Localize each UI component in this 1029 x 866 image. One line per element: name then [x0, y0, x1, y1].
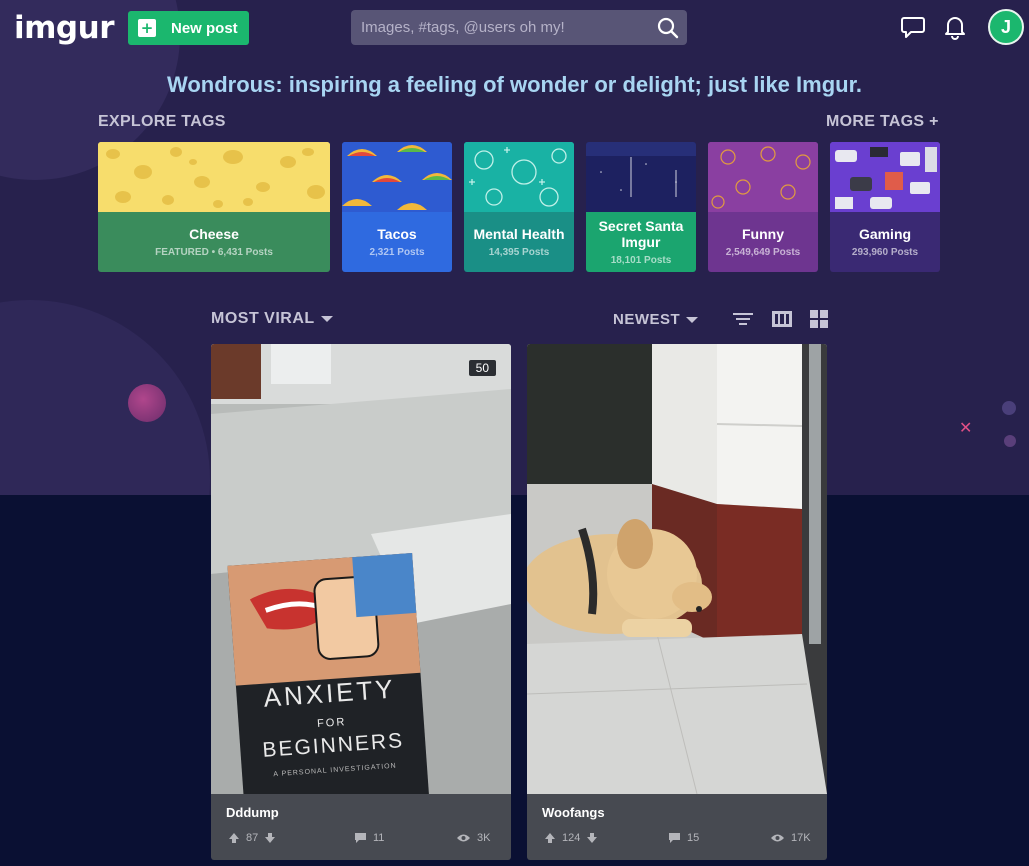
caret-down-icon — [320, 315, 333, 322]
tag-name: Tacos — [377, 225, 417, 242]
tag-card-mental-health[interactable]: Mental Health 14,395 Posts — [464, 142, 574, 272]
imgur-logo[interactable]: imgur — [14, 10, 114, 46]
views-group: 3K — [456, 832, 490, 844]
comment-icon — [355, 833, 366, 843]
tag-card-gaming[interactable]: Gaming 293,960 Posts — [830, 142, 940, 272]
post-stats: 124 15 17K — [527, 830, 827, 850]
post-title: Dddump — [226, 805, 279, 820]
post-stats: 87 11 3K — [211, 830, 511, 850]
post-card[interactable]: Woofangs 124 15 17K — [527, 344, 827, 860]
user-avatar[interactable]: J — [988, 9, 1024, 45]
vote-group: 87 — [228, 832, 276, 844]
tag-name: Cheese — [189, 225, 239, 242]
chat-icon[interactable] — [900, 14, 926, 40]
waterfall-view-icon[interactable] — [771, 309, 793, 329]
tag-name: Secret Santa Imgur — [598, 217, 684, 250]
secret-santa-image — [586, 142, 696, 212]
tag-count: FEATURED • 6,431 Posts — [155, 246, 273, 258]
comment-count: 15 — [687, 832, 700, 844]
new-post-button[interactable]: + New post — [128, 11, 249, 45]
decorative-dot — [128, 384, 166, 422]
tag-info: Cheese FEATURED • 6,431 Posts — [98, 212, 330, 272]
page-tagline: Wondrous: inspiring a feeling of wonder … — [166, 72, 863, 97]
top-header: imgur + New post J — [0, 0, 1029, 56]
new-post-label: New post — [171, 19, 238, 37]
tag-count: 293,960 Posts — [851, 246, 919, 258]
book-title-line2: FOR — [317, 716, 347, 730]
album-count-badge: 50 — [468, 360, 496, 376]
eye-icon — [457, 834, 470, 842]
post-card[interactable]: ANXIETY FOR BEGINNERS A PERSONAL INVESTI… — [211, 344, 511, 860]
upvote-arrow-icon[interactable] — [544, 832, 556, 844]
tag-count: 2,321 Posts — [369, 246, 425, 258]
search-input[interactable] — [361, 19, 651, 36]
decorative-blob — [0, 300, 210, 495]
section-sort-dropdown[interactable]: MOST VIRAL — [211, 310, 333, 328]
tag-count: 18,101 Posts — [610, 254, 672, 266]
search-icon[interactable] — [657, 17, 679, 39]
tag-name: Funny — [742, 225, 784, 242]
section-sort-label: MOST VIRAL — [211, 310, 315, 327]
comment-count: 11 — [373, 832, 385, 844]
tacos-image — [342, 142, 452, 212]
view-count: 3K — [477, 832, 491, 844]
more-tags-link[interactable]: MORE TAGS + — [826, 113, 939, 131]
explore-tags-heading: EXPLORE TAGS — [98, 113, 226, 130]
tag-name: Gaming — [858, 225, 912, 242]
filter-icon[interactable] — [732, 309, 754, 329]
post-thumbnail: ANXIETY FOR BEGINNERS A PERSONAL INVESTI… — [211, 344, 511, 794]
caret-down-icon — [686, 317, 699, 324]
tag-card-funny[interactable]: Funny 2,549,649 Posts — [708, 142, 818, 272]
order-sort-label: NEWEST — [613, 311, 681, 328]
plus-icon: + — [138, 19, 156, 37]
post-thumbnail — [527, 344, 827, 794]
gaming-image — [830, 142, 940, 212]
decorative-dot — [1004, 435, 1016, 447]
mental-health-image — [464, 142, 574, 212]
post-title: Woofangs — [542, 805, 605, 820]
downvote-arrow-icon[interactable] — [586, 832, 598, 844]
tag-info: Tacos 2,321 Posts — [342, 212, 452, 272]
tag-info: Secret Santa Imgur 18,101 Posts — [586, 212, 696, 272]
bell-icon[interactable] — [942, 14, 968, 40]
tag-info: Gaming 293,960 Posts — [830, 212, 940, 272]
upvote-arrow-icon[interactable] — [228, 832, 240, 844]
tag-count: 2,549,649 Posts — [725, 246, 801, 258]
tag-name: Mental Health — [473, 225, 565, 242]
vote-group: 124 — [544, 832, 598, 844]
comment-group: 15 — [668, 832, 699, 844]
tag-info: Funny 2,549,649 Posts — [708, 212, 818, 272]
order-sort-dropdown[interactable]: NEWEST — [613, 311, 699, 328]
comment-group: 11 — [354, 832, 384, 844]
upvote-count: 87 — [246, 832, 259, 844]
tag-count: 14,395 Posts — [488, 246, 550, 258]
funny-image — [708, 142, 818, 212]
tag-card-secret-santa[interactable]: Secret Santa Imgur 18,101 Posts — [586, 142, 696, 272]
search-bar — [351, 10, 687, 45]
cheese-image — [98, 142, 330, 212]
views-group: 17K — [770, 832, 811, 844]
downvote-arrow-icon[interactable] — [264, 832, 276, 844]
comment-icon — [669, 833, 680, 843]
view-count: 17K — [791, 832, 811, 844]
tag-card-cheese[interactable]: Cheese FEATURED • 6,431 Posts — [98, 142, 330, 272]
tag-info: Mental Health 14,395 Posts — [464, 212, 574, 272]
tag-card-tacos[interactable]: Tacos 2,321 Posts — [342, 142, 452, 272]
decorative-cross-icon: ✕ — [959, 418, 973, 437]
grid-view-icon[interactable] — [808, 309, 830, 329]
decorative-dot — [1002, 401, 1016, 415]
eye-icon — [771, 834, 784, 842]
upvote-count: 124 — [562, 832, 581, 844]
